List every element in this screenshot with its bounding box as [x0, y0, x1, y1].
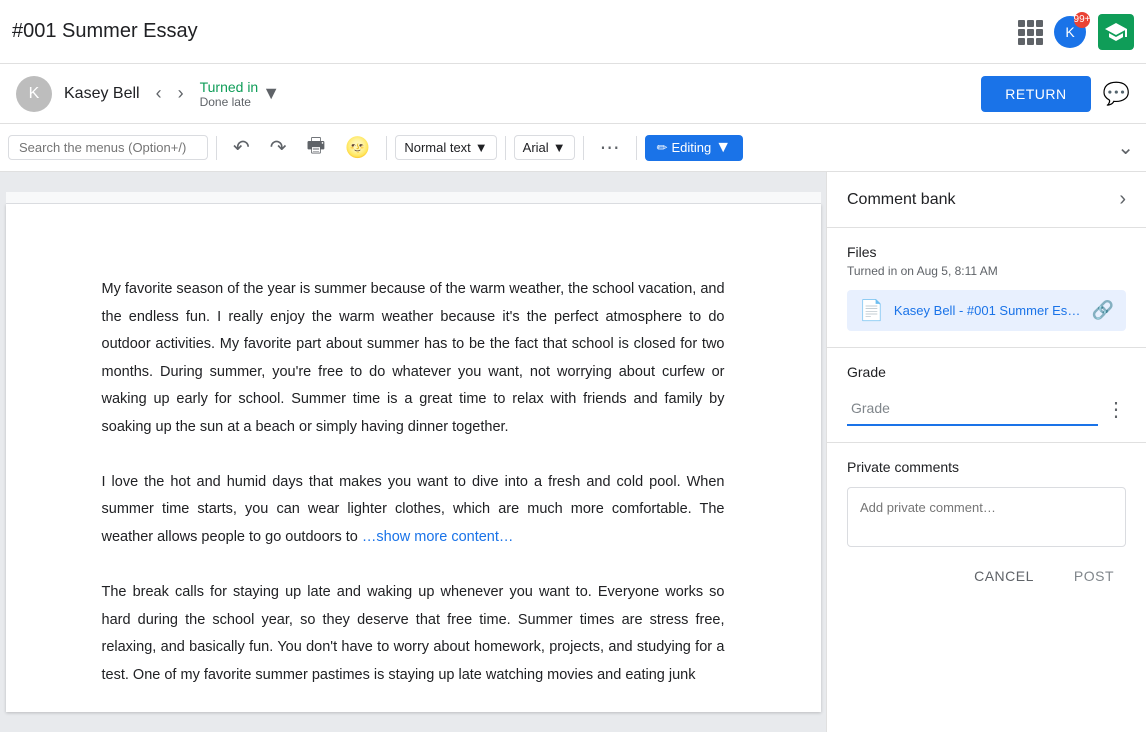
document-page: My favorite season of the year is summer…: [6, 204, 821, 712]
status-chevron-icon: ▼: [262, 83, 280, 104]
status-turned-in: Turned in: [200, 79, 259, 95]
files-title: Files: [847, 244, 1126, 260]
student-name: Kasey Bell: [64, 85, 140, 103]
editing-label: Editing: [671, 140, 711, 155]
status-dropdown[interactable]: Turned in Done late ▼: [200, 79, 280, 109]
student-bar-left: K Kasey Bell ‹ › Turned in Done late ▼: [16, 76, 280, 112]
undo-button[interactable]: ↶: [225, 131, 258, 164]
student-avatar: K: [16, 76, 52, 112]
classroom-icon[interactable]: [1098, 14, 1134, 50]
private-comments-title: Private comments: [847, 459, 1126, 475]
font-select[interactable]: Arial ▼: [514, 135, 575, 160]
file-doc-icon: 📄: [859, 298, 884, 323]
comment-actions: CANCEL POST: [847, 560, 1126, 592]
grade-input[interactable]: [847, 392, 1098, 426]
text-style-label: Normal text: [404, 140, 470, 155]
student-initial: K: [29, 85, 40, 103]
ruler-marks: [6, 192, 821, 203]
text-style-chevron-icon: ▼: [475, 140, 488, 155]
font-chevron-icon: ▼: [553, 140, 566, 155]
panel-expand-icon[interactable]: ›: [1119, 188, 1126, 211]
post-button[interactable]: POST: [1062, 560, 1126, 592]
toolbar-separator-1: [216, 136, 217, 160]
status-container: Turned in Done late: [200, 79, 259, 109]
print-button[interactable]: 🖶: [299, 127, 334, 169]
student-bar: K Kasey Bell ‹ › Turned in Done late ▼ R…: [0, 64, 1146, 124]
paragraph-3: The break calls for staying up late and …: [102, 579, 725, 689]
return-button[interactable]: RETURN: [981, 76, 1090, 112]
page-title: #001 Summer Essay: [12, 20, 198, 43]
student-bar-right: RETURN 💬: [981, 76, 1130, 112]
nav-arrows: ‹ ›: [152, 79, 188, 108]
message-button-container: 💬: [1103, 81, 1130, 107]
cancel-button[interactable]: CANCEL: [962, 560, 1046, 592]
grade-title: Grade: [847, 364, 1126, 380]
toolbar-separator-4: [583, 136, 584, 160]
message-icon[interactable]: 💬: [1103, 81, 1130, 106]
document-text: My favorite season of the year is summer…: [102, 276, 725, 689]
comment-bank-title: Comment bank: [847, 191, 956, 209]
next-student-button[interactable]: ›: [174, 79, 188, 108]
right-panel: Comment bank › Files Turned in on Aug 5,…: [826, 172, 1146, 732]
paragraph-2: I love the hot and humid days that makes…: [102, 469, 725, 552]
paint-format-button[interactable]: 🌝: [337, 131, 378, 164]
file-open-icon[interactable]: 🔗: [1092, 300, 1114, 321]
user-avatar[interactable]: K 99+: [1054, 16, 1086, 48]
text-style-select[interactable]: Normal text ▼: [395, 135, 496, 160]
search-input[interactable]: [8, 135, 208, 160]
private-comments-section: Private comments CANCEL POST: [827, 443, 1146, 732]
redo-button[interactable]: ↷: [262, 131, 295, 164]
app-grid-icon[interactable]: [1018, 20, 1042, 44]
toolbar: ↶ ↷ 🖶 🌝 Normal text ▼ Arial ▼ ⋯ ✏ Editin…: [0, 124, 1146, 172]
top-bar: #001 Summer Essay K 99+: [0, 0, 1146, 64]
files-subtitle: Turned in on Aug 5, 8:11 AM: [847, 264, 1126, 278]
status-done-late: Done late: [200, 95, 251, 109]
grade-more-icon[interactable]: ⋮: [1106, 397, 1126, 422]
top-bar-left: #001 Summer Essay: [12, 20, 198, 43]
prev-student-button[interactable]: ‹: [152, 79, 166, 108]
panel-header: Comment bank ›: [827, 172, 1146, 228]
main-area: My favorite season of the year is summer…: [0, 172, 1146, 732]
paragraph-1: My favorite season of the year is summer…: [102, 276, 725, 441]
user-badge: 99+: [1074, 12, 1090, 28]
private-comment-input[interactable]: [847, 487, 1126, 547]
editing-button[interactable]: ✏ Editing ▼: [645, 135, 744, 161]
files-section: Files Turned in on Aug 5, 8:11 AM 📄 Kase…: [827, 228, 1146, 348]
top-bar-right: K 99+: [1018, 14, 1134, 50]
editing-chevron-icon: ▼: [715, 139, 731, 157]
file-item[interactable]: 📄 Kasey Bell - #001 Summer Ess... 🔗: [847, 290, 1126, 331]
font-label: Arial: [523, 140, 549, 155]
classroom-svg: [1104, 20, 1128, 44]
grade-input-row: ⋮: [847, 392, 1126, 426]
editing-icon: ✏: [657, 140, 668, 156]
toolbar-expand-button[interactable]: ⌄: [1113, 131, 1138, 164]
document-area: My favorite season of the year is summer…: [0, 172, 826, 732]
file-name: Kasey Bell - #001 Summer Ess...: [894, 303, 1082, 318]
toolbar-separator-2: [386, 136, 387, 160]
toolbar-separator-5: [636, 136, 637, 160]
user-initial: K: [1065, 24, 1074, 40]
grade-section: Grade ⋮: [827, 348, 1146, 443]
toolbar-separator-3: [505, 136, 506, 160]
ruler: [6, 192, 821, 204]
show-more-link[interactable]: …show more content…: [362, 529, 514, 545]
more-options-button[interactable]: ⋯: [592, 131, 628, 164]
